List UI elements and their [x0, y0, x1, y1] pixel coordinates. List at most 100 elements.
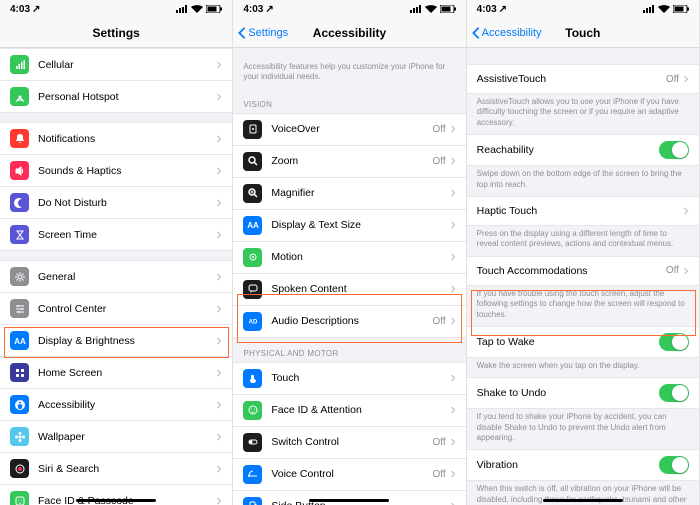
- chevron-right-icon: [450, 284, 456, 294]
- settings-row[interactable]: Cellular: [0, 48, 232, 81]
- chevron-right-icon: [450, 469, 456, 479]
- toggle-switch[interactable]: [659, 141, 689, 159]
- settings-row[interactable]: Face ID & Attention: [233, 394, 465, 427]
- settings-row[interactable]: Notifications: [0, 122, 232, 155]
- chevron-right-icon: [683, 74, 689, 84]
- face-icon: [243, 401, 262, 420]
- settings-row[interactable]: Wallpaper: [0, 420, 232, 453]
- vo-icon: [243, 120, 262, 139]
- settings-row[interactable]: AADisplay & Text Size: [233, 209, 465, 242]
- chevron-right-icon: [216, 166, 222, 176]
- settings-row[interactable]: Accessibility: [0, 388, 232, 421]
- settings-row[interactable]: Personal Hotspot: [0, 80, 232, 113]
- sliders-icon: [10, 299, 29, 318]
- settings-row[interactable]: Magnifier: [233, 177, 465, 210]
- wifi-icon: [191, 5, 203, 13]
- toggle-switch[interactable]: [659, 333, 689, 351]
- row-label: Reachability: [477, 144, 659, 156]
- row-value: Off: [433, 124, 446, 135]
- chevron-right-icon: [216, 368, 222, 378]
- svg-text:AA: AA: [14, 337, 26, 346]
- settings-row[interactable]: Control Center: [0, 292, 232, 325]
- row-label: Control Center: [38, 303, 216, 315]
- section-header: VISION: [233, 88, 465, 113]
- touch-list[interactable]: AssistiveTouchOffAssistiveTouch allows y…: [467, 48, 699, 505]
- cellular-icon: [10, 55, 29, 74]
- navbar: Accessibility Touch: [467, 18, 699, 48]
- row-label: Haptic Touch: [477, 205, 683, 217]
- settings-row[interactable]: Touch: [233, 362, 465, 395]
- toggle-switch[interactable]: [659, 456, 689, 474]
- footer-text: AssistiveTouch allows you to use your iP…: [467, 93, 699, 134]
- settings-row[interactable]: Touch AccommodationsOff: [467, 256, 699, 286]
- settings-row[interactable]: Siri & Search: [0, 452, 232, 485]
- row-label: Cellular: [38, 59, 216, 71]
- settings-row[interactable]: Shake to Undo: [467, 377, 699, 409]
- row-label: Face ID & Attention: [271, 404, 449, 416]
- battery-icon: [206, 5, 222, 13]
- settings-row[interactable]: Spoken Content: [233, 273, 465, 306]
- section-header: PHYSICAL AND MOTOR: [233, 337, 465, 362]
- row-label: Personal Hotspot: [38, 91, 216, 103]
- row-label: Siri & Search: [38, 463, 216, 475]
- footer-text: If you have trouble using the touch scre…: [467, 285, 699, 326]
- navbar: Settings: [0, 18, 232, 48]
- row-label: Display & Text Size: [271, 219, 449, 231]
- hourglass-icon: [10, 225, 29, 244]
- chevron-right-icon: [683, 206, 689, 216]
- row-label: Touch: [271, 372, 449, 384]
- settings-row[interactable]: General: [0, 260, 232, 293]
- moon-icon: [10, 193, 29, 212]
- settings-row[interactable]: Reachability: [467, 134, 699, 166]
- settings-row[interactable]: Tap to Wake: [467, 326, 699, 358]
- chevron-right-icon: [216, 60, 222, 70]
- chevron-right-icon: [450, 373, 456, 383]
- gear-icon: [10, 267, 29, 286]
- settings-row[interactable]: Motion: [233, 241, 465, 274]
- row-label: Zoom: [271, 155, 432, 167]
- row-value: Off: [666, 265, 679, 276]
- settings-list[interactable]: Cellular Personal Hotspot Notifications Sou…: [0, 48, 232, 505]
- settings-row[interactable]: Home Screen: [0, 356, 232, 389]
- settings-row[interactable]: AA Display & Brightness: [0, 324, 232, 357]
- row-label: Sounds & Haptics: [38, 165, 216, 177]
- row-label: Motion: [271, 251, 449, 263]
- row-label: VoiceOver: [271, 123, 432, 135]
- chevron-right-icon: [216, 134, 222, 144]
- settings-row[interactable]: ZoomOff: [233, 145, 465, 178]
- home-indicator[interactable]: [76, 499, 156, 502]
- chevron-right-icon: [450, 405, 456, 415]
- home-indicator[interactable]: [543, 499, 623, 502]
- row-label: Voice Control: [271, 468, 432, 480]
- settings-row[interactable]: Switch ControlOff: [233, 426, 465, 459]
- settings-row[interactable]: Sounds & Haptics: [0, 154, 232, 187]
- voicec-icon: [243, 465, 262, 484]
- settings-row[interactable]: Vibration: [467, 449, 699, 481]
- row-label: Magnifier: [271, 187, 449, 199]
- settings-row[interactable]: Haptic Touch: [467, 196, 699, 226]
- status-bar: 4:03↗: [467, 0, 699, 18]
- row-label: Touch Accommodations: [477, 265, 666, 277]
- page-title: Accessibility: [233, 26, 465, 40]
- accessibility-list[interactable]: Accessibility features help you customiz…: [233, 48, 465, 505]
- settings-row[interactable]: Voice ControlOff: [233, 458, 465, 491]
- chevron-right-icon: [216, 400, 222, 410]
- row-label: Screen Time: [38, 229, 216, 241]
- settings-row[interactable]: AssistiveTouchOff: [467, 64, 699, 94]
- home-indicator[interactable]: [309, 499, 389, 502]
- settings-row[interactable]: Do Not Disturb: [0, 186, 232, 219]
- settings-row[interactable]: Screen Time: [0, 218, 232, 251]
- chevron-right-icon: [450, 252, 456, 262]
- row-value: Off: [433, 469, 446, 480]
- hotspot-icon: [10, 87, 29, 106]
- settings-row[interactable]: Side Button: [233, 490, 465, 505]
- settings-row[interactable]: ADAudio DescriptionsOff: [233, 305, 465, 338]
- toggle-switch[interactable]: [659, 384, 689, 402]
- chevron-right-icon: [450, 316, 456, 326]
- footer-text: Wake the screen when you tap on the disp…: [467, 357, 699, 377]
- settings-row[interactable]: VoiceOverOff: [233, 113, 465, 146]
- row-label: Display & Brightness: [38, 335, 216, 347]
- chevron-right-icon: [450, 124, 456, 134]
- flower-icon: [10, 427, 29, 446]
- grid-icon: [10, 363, 29, 382]
